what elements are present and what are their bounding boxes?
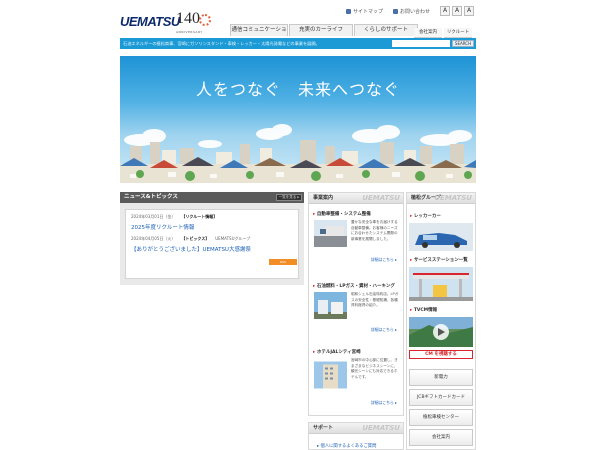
news-item: 2024年04月05日（火） 【トピックス】 UEMATSUグループ 【ありがと… (131, 236, 251, 253)
main-nav-tabs: 通信コミュニケーション 充実のカーライフ くらしのサポート (230, 24, 419, 44)
business-header: 事業案内 UEMATSU (309, 193, 403, 204)
news-link[interactable]: 2025年度リクルート情報 (131, 223, 217, 231)
group-panel: 植松グループ UEMATSU レッカーカー サービスステーション一覧 TVCM情… (406, 192, 476, 450)
news-list: 2024年03月01日（金） 【リクルート情報】 2025年度リクルート情報 2… (125, 209, 299, 279)
group-link-button[interactable]: 会社案内 (409, 429, 473, 446)
car-service-image (314, 220, 347, 247)
group-item-title[interactable]: レッカーカー (410, 213, 441, 219)
support-watermark: UEMATSU (362, 424, 400, 432)
contact-link[interactable]: お問い合わせ (393, 8, 430, 15)
group-link-button[interactable]: JCBギフトカードカード (409, 389, 473, 406)
tagline-text: 石油エネルギーの植松商事、宮崎にガソリンスタンド・車検・レッカー・太陽光発電など… (123, 41, 320, 46)
section-text: 豊かな安全な車をお届けする自動車整備。お客様のニーズにお合わせたシステム開発の新… (351, 220, 398, 241)
section-text: 昭和シェル石油特約店。LPガスの安全性・基礎知識、各種資料館資の紹介。 (351, 292, 399, 307)
utility-links: サイトマップ お問い合わせ (346, 8, 430, 15)
business-panel: 事業案内 UEMATSU 自動車整備・システム整備 豊かな安全な車をお届けする自… (308, 192, 404, 416)
anniversary-caption: ANNIVERSARY (176, 30, 203, 34)
business-section: ホテルJALシティ宮崎 宮崎市の中心部に位置し、きまざまなビジネスシーンに、観光… (313, 349, 401, 405)
anniversary-badge: 140 ANNIVERSARY (176, 10, 216, 38)
search-button[interactable]: SEARCH (452, 40, 474, 47)
group-header: 植松グループ UEMATSU (407, 193, 475, 204)
sitemap-link[interactable]: サイトマップ (346, 8, 383, 15)
group-item-title[interactable]: TVCM情報 (410, 307, 437, 313)
tow-truck-image (409, 223, 473, 251)
section-text: 宮崎市の中心部に位置し、きまざまなビジネスシーンに、観光シーンにも対応できるホテ… (351, 358, 398, 379)
group-link-button[interactable]: 植松車検センター (409, 409, 473, 426)
business-watermark: UEMATSU (362, 194, 400, 202)
service-station-image (409, 267, 473, 301)
oil-tank-image (314, 292, 347, 319)
support-panel: サポート UEMATSU ▸ 個人に関するよくあるご質問 (308, 422, 404, 450)
font-size-switcher: A A A (440, 6, 474, 16)
font-size-medium-button[interactable]: A (452, 6, 462, 16)
section-title[interactable]: 自動車整備・システム整備 (313, 211, 401, 217)
tab-life-support[interactable]: くらしのサポート (354, 24, 418, 36)
tab-communication[interactable]: 通信コミュニケーション (230, 24, 288, 44)
news-link[interactable]: 【ありがとうございました】UEMATSU大感謝祭 (131, 245, 251, 253)
watch-cm-button[interactable]: CM を視聴する (409, 350, 473, 359)
news-header: ニュース&トピックス 一覧を見る ▸ (120, 192, 304, 203)
section-title[interactable]: 石油燃料・LPガス・資材・ハーキング (313, 283, 401, 289)
sitemap-icon (346, 9, 351, 14)
font-size-large-button[interactable]: A (464, 6, 474, 16)
news-date: 2024年03月01日（金） (131, 214, 176, 219)
group-item-title[interactable]: サービスステーション一覧 (410, 257, 468, 263)
section-more-link[interactable]: 詳細はこちら ▸ (371, 400, 397, 406)
support-title: サポート (313, 425, 334, 431)
news-title: ニュース&トピックス (124, 194, 178, 200)
hero-headline: 人をつなぐ 未来へつなぐ (195, 80, 400, 99)
news-item: 2024年03月01日（金） 【リクルート情報】 2025年度リクルート情報 (131, 214, 217, 231)
group-watermark: UEMATSU (434, 194, 472, 202)
news-source: UEMATSUグループ (215, 236, 251, 241)
tab-company[interactable]: 会社案内 (414, 28, 442, 38)
news-category: 【リクルート情報】 (181, 214, 218, 219)
business-section: 自動車整備・システム整備 豊かな安全な車をお届けする自動車整備。お客様のニーズに… (313, 211, 401, 262)
section-more-link[interactable]: 詳細はこちら ▸ (371, 327, 397, 333)
support-header: サポート UEMATSU (309, 423, 403, 434)
tab-recruit[interactable]: リクルート (444, 28, 472, 38)
news-date: 2024年04月05日（火） (131, 236, 176, 241)
search-input[interactable] (392, 40, 450, 47)
section-title[interactable]: ホテルJALシティ宮崎 (313, 349, 401, 355)
rss-button[interactable]: RSS (269, 259, 297, 265)
sub-nav: 会社案内 リクルート (414, 28, 472, 38)
company-logo[interactable]: UEMATSU (120, 14, 180, 29)
support-faq-link[interactable]: ▸ 個人に関するよくあるご質問 (317, 443, 376, 449)
business-title: 事業案内 (313, 195, 334, 201)
mail-icon (393, 9, 399, 14)
anniversary-ring-icon (199, 14, 211, 26)
tab-carlife[interactable]: 充実のカーライフ (289, 24, 353, 36)
hero-banner: 人をつなぐ 未来へつなぐ (120, 56, 476, 183)
news-category: 【トピックス】 (181, 236, 210, 241)
news-panel: ニュース&トピックス 一覧を見る ▸ 2024年03月01日（金） 【リクルート… (120, 192, 304, 285)
logo-text: UEMATSU (120, 14, 180, 29)
hotel-image (314, 361, 347, 389)
business-section: 石油燃料・LPガス・資材・ハーキング 昭和シェル石油特約店。LPガスの安全性・基… (313, 283, 401, 332)
font-size-small-button[interactable]: A (440, 6, 450, 16)
group-link-button[interactable]: 新電力 (409, 369, 473, 386)
anniversary-number: 140 (176, 10, 200, 27)
tvcm-video-thumbnail[interactable] (409, 317, 473, 347)
news-list-button[interactable]: 一覧を見る ▸ (276, 194, 302, 201)
tagline-bar: 石油エネルギーの植松商事、宮崎にガソリンスタンド・車検・レッカー・太陽光発電など… (120, 38, 476, 49)
section-more-link[interactable]: 詳細はこちら ▸ (371, 257, 397, 263)
